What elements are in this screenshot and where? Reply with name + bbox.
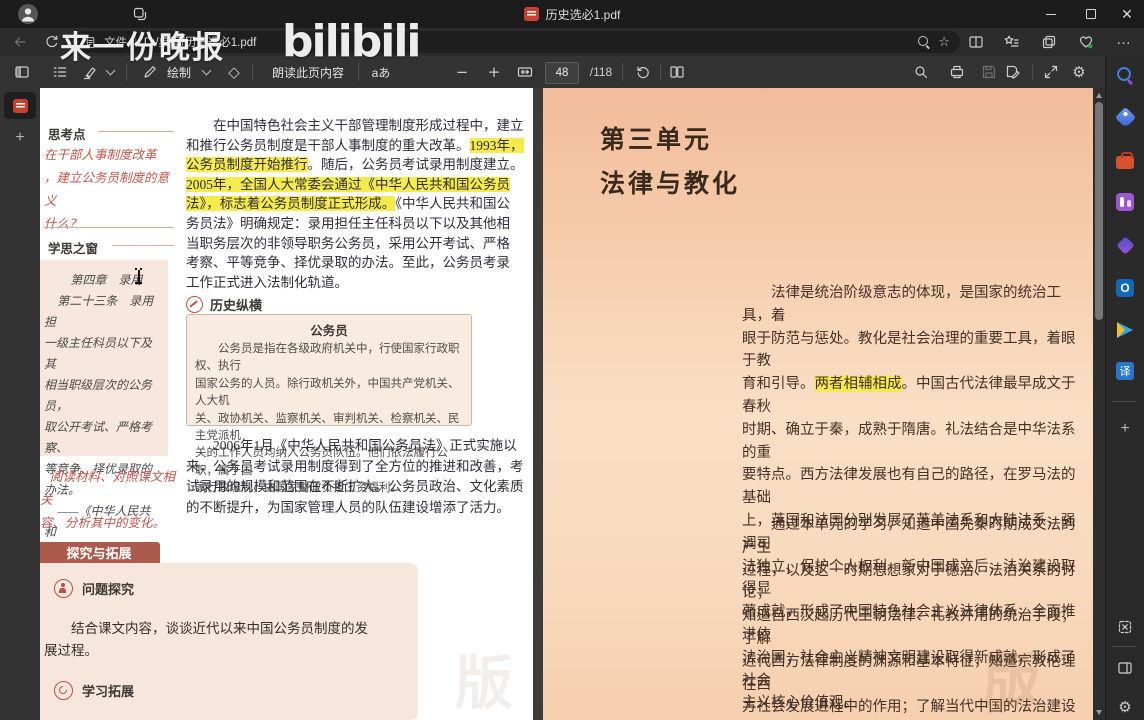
highlighter-icon[interactable] — [78, 56, 102, 88]
back-icon[interactable] — [12, 34, 28, 50]
microsoft365-icon[interactable] — [1114, 234, 1136, 256]
save-as-icon[interactable] — [1000, 56, 1026, 88]
pdf-page-right: 第三单元 法律与教化 法律是统治阶级意志的体现，是国家的统治工具，着 眼于防范与惩… — [543, 88, 1093, 720]
question-heading: 问题探究 — [82, 582, 135, 597]
question-header: 问题探究 — [54, 579, 134, 598]
xuesi-heading: 学思之窗 — [48, 242, 99, 256]
page-layout-icon[interactable] — [664, 56, 690, 88]
print-icon[interactable] — [944, 56, 970, 88]
page-watermark: 版 — [983, 648, 1042, 713]
vertical-tab-strip: + — [0, 88, 40, 720]
pane-toggle-icon[interactable] — [8, 56, 36, 88]
pdf-viewport: 思考点 在干部人事制度改革 ，建立公务员制度的意义 什么？ 学思之窗 第四章 录用第… — [40, 88, 1093, 720]
question-icon — [54, 579, 73, 598]
unit-title-line1: 第三单元 — [600, 127, 713, 154]
more-icon[interactable]: … — [1116, 31, 1132, 48]
zoom-in-button[interactable]: + — [482, 56, 506, 88]
active-tab[interactable]: 历史选必1.pdf — [0, 0, 1144, 28]
bing-search-icon[interactable] — [1114, 64, 1136, 86]
sidebar-add-button[interactable]: + — [1114, 418, 1136, 440]
settings-gear-icon[interactable]: ⚙ — [1066, 56, 1092, 88]
maximize-button[interactable] — [1072, 0, 1110, 28]
scroll-up-icon[interactable] — [1096, 93, 1102, 98]
sidebar-panel-icon[interactable] — [1114, 657, 1136, 679]
read-aloud-button[interactable]: 朗读此页内容 — [262, 56, 354, 88]
scrollbar-thumb[interactable] — [1095, 102, 1103, 320]
pdf-toolbar: 绘制 ◇ 朗读此页内容 aあ − + /118 — [0, 56, 1105, 88]
extension-header: 学习拓展 — [54, 681, 134, 700]
pdf-page-left: 思考点 在干部人事制度改革 ，建立公务员制度的意义 什么？ 学思之窗 第四章 录用第… — [40, 88, 533, 720]
edge-sidebar: O 译 + ⚙ — [1105, 56, 1144, 720]
refresh-icon[interactable] — [44, 34, 60, 50]
fullscreen-icon[interactable] — [1038, 56, 1064, 88]
browser-window: 历史选必1.pdf ✕ 文件 | D:/桌面/历史选必1.pdf ☆ … 绘制 … — [0, 0, 1144, 720]
address-bar: 文件 | D:/桌面/历史选必1.pdf ☆ … — [0, 28, 1144, 56]
draw-button[interactable]: 绘制 — [162, 56, 196, 88]
collections-icon[interactable] — [1041, 34, 1057, 50]
url-path: D:/桌面/历史选必1.pdf — [143, 37, 257, 49]
hz-title: 公务员 — [310, 324, 348, 338]
tools-icon[interactable] — [1114, 149, 1136, 171]
document-icon — [84, 36, 97, 49]
highlighter-dropdown-icon[interactable] — [102, 56, 118, 88]
hz-swirl-icon — [186, 296, 203, 313]
page-total: /118 — [589, 65, 613, 79]
scroll-down-icon[interactable] — [1096, 710, 1102, 715]
favorites-bar-icon[interactable] — [1004, 34, 1020, 50]
body-paragraph-2: 2006年1月《中华人民共和国公务员法》正式实施以 来，公务员考试录用制度得到了全… — [186, 438, 524, 515]
sidebar-settings-icon[interactable]: ⚙ — [1114, 696, 1136, 718]
hz-box: 公务员 公务员是指在各级政府机关中，行使国家行政职权、执行 国家公务的人员。除行政… — [186, 314, 472, 494]
explore-box: 问题探究 结合课文内容，谈谈近代以来中国公务员制度的发 展过程。 学习拓展 — [40, 563, 418, 720]
extension-heading: 学习拓展 — [82, 684, 135, 699]
xuesi-quote: 第四章 录用 第二十三条 录用担 一级主任科员以下及其 相当职级层次的公务员， 取公开考… — [40, 260, 168, 602]
question-text: 结合课文内容，谈谈近代以来中国公务员制度的发 展过程。 — [44, 621, 368, 658]
xuesi-note: 阅读材料、对照课文相关 容、分析其中的变化。 — [40, 470, 176, 530]
draw-dropdown-icon[interactable] — [198, 56, 214, 88]
outlook-icon[interactable]: O — [1114, 277, 1136, 299]
address-input[interactable]: 文件 | D:/桌面/历史选必1.pdf ☆ — [74, 31, 960, 53]
explore-tab: 探究与拓展 — [40, 542, 160, 563]
web-capture-icon[interactable] — [1114, 616, 1136, 638]
save-icon[interactable] — [976, 56, 1002, 88]
tab-title: 历史选必1.pdf — [545, 7, 621, 22]
shopping-icon[interactable] — [1114, 106, 1136, 128]
think-point-question: 在干部人事制度改革 ，建立公务员制度的意义 什么？ — [44, 148, 170, 231]
hz-heading: 历史纵横 — [210, 298, 263, 313]
think-point-heading: 思考点 — [48, 128, 86, 142]
split-screen-icon[interactable] — [968, 34, 984, 50]
text-cursor — [134, 268, 143, 284]
close-button[interactable]: ✕ — [1108, 0, 1144, 28]
url-divider: | — [134, 36, 137, 48]
pdf-scrollbar[interactable] — [1093, 88, 1105, 720]
hz-header: 历史纵横 — [186, 295, 262, 314]
url-scheme: 文件 — [104, 37, 127, 49]
fit-width-icon[interactable] — [512, 56, 538, 88]
page-number-field[interactable] — [545, 62, 579, 84]
pdf-file-icon — [523, 7, 539, 21]
translator-icon[interactable]: 译 — [1114, 360, 1136, 382]
rotate-icon[interactable] — [630, 56, 656, 88]
search-icon[interactable] — [908, 56, 934, 88]
favorite-star-icon[interactable]: ☆ — [938, 35, 950, 50]
body-paragraph-1: 在中国特色社会主义干部管理制度形成过程中，建立 和推行公务员制度是干部人事制度的重… — [186, 118, 524, 290]
new-tab-button[interactable]: + — [0, 126, 40, 150]
draw-pen-icon[interactable] — [138, 56, 162, 88]
minimize-button[interactable] — [1032, 0, 1070, 28]
vertical-tab-active[interactable] — [4, 92, 36, 119]
toc-icon[interactable] — [46, 56, 74, 88]
eraser-icon[interactable]: ◇ — [222, 56, 246, 88]
zoom-indicator-icon[interactable] — [917, 35, 931, 49]
unit-title-line2: 法律与教化 — [600, 171, 741, 198]
translate-icon[interactable]: aあ — [366, 56, 396, 88]
games-icon[interactable] — [1114, 191, 1136, 213]
browser-essentials-icon[interactable] — [1078, 34, 1094, 50]
titlebar: 历史选必1.pdf ✕ — [0, 0, 1144, 28]
drop-icon[interactable] — [1114, 319, 1136, 341]
page-watermark: 版 — [455, 651, 514, 716]
page-number-input[interactable] — [545, 62, 579, 84]
extension-icon — [54, 681, 73, 700]
pdf-file-icon — [12, 98, 28, 113]
zoom-out-button[interactable]: − — [450, 56, 474, 88]
